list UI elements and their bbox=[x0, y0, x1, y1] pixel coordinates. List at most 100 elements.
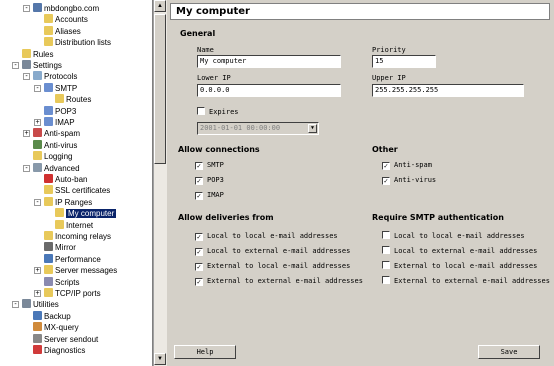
tree-item-mx-query[interactable]: MX-query bbox=[33, 322, 79, 333]
chevron-down-icon[interactable]: ▼ bbox=[308, 124, 317, 133]
expires-datetime-select[interactable]: 2001-01-01 00:00:00 ▼ bbox=[197, 122, 319, 135]
expand-icon[interactable]: + bbox=[34, 267, 41, 275]
tree-item-auto-ban[interactable]: Auto-ban bbox=[44, 174, 87, 185]
priority-input[interactable]: 15 bbox=[372, 55, 436, 68]
expand-icon[interactable]: + bbox=[34, 290, 41, 297]
tree-scrollbar[interactable]: ▲ ▼ bbox=[153, 0, 167, 366]
folder-icon bbox=[44, 288, 53, 297]
tree-item-scripts[interactable]: Scripts bbox=[44, 276, 79, 288]
tree-item-mirror[interactable]: Mirror bbox=[44, 242, 76, 253]
tree-item-server-messages[interactable]: Server messages bbox=[44, 265, 117, 276]
tree-item-server-sendout[interactable]: Server sendout bbox=[33, 333, 99, 345]
conn-checkbox-imap[interactable]: ✓ IMAP bbox=[195, 190, 224, 200]
collapse-icon[interactable]: - bbox=[34, 84, 41, 92]
checkmark-icon[interactable]: ✓ bbox=[382, 177, 390, 185]
tree-item-protocols[interactable]: Protocols bbox=[33, 71, 77, 82]
tree-item-logging[interactable]: Logging bbox=[33, 151, 72, 162]
deliv-checkbox-local-to-local-e-mail-addresses[interactable]: ✓ Local to local e-mail addresses bbox=[195, 231, 338, 241]
tree-item-anti-virus[interactable]: Anti-virus bbox=[33, 139, 77, 151]
navigation-tree[interactable]: mbdongbo.com - Accounts Aliases Distribution… bbox=[0, 0, 153, 366]
tree-item-anti-spam[interactable]: Anti-spam bbox=[33, 128, 80, 139]
tree-item-performance[interactable]: Performance bbox=[44, 253, 101, 265]
tree-item-label: Accounts bbox=[55, 15, 88, 25]
collapse-icon[interactable]: - bbox=[12, 62, 19, 69]
tree-item-rules[interactable]: Rules bbox=[22, 48, 54, 60]
deliv-checkbox-external-to-external-e-mail-addresses[interactable]: ✓ External to external e-mail addresses bbox=[195, 276, 363, 286]
tree-item-mbdongbo-com[interactable]: mbdongbo.com bbox=[33, 3, 99, 14]
conn-checkbox-smtp[interactable]: ✓ SMTP bbox=[195, 160, 224, 170]
auth-checkbox-external-to-external-e-mail-addresses[interactable]: External to external e-mail addresses bbox=[382, 276, 550, 286]
name-input[interactable]: My computer bbox=[197, 55, 341, 68]
help-button[interactable]: Help bbox=[174, 345, 236, 359]
tree-item-utilities[interactable]: Utilities bbox=[22, 299, 59, 310]
tree-item-label: Aliases bbox=[55, 26, 81, 36]
tree-item-label: Server sendout bbox=[44, 334, 99, 344]
deliv-checkbox-external-to-local-e-mail-addresses[interactable]: ✓ External to local e-mail addresses bbox=[195, 261, 350, 271]
checkmark-icon[interactable]: ✓ bbox=[195, 278, 203, 286]
checkmark-icon[interactable]: ✓ bbox=[195, 263, 203, 271]
tree-item-diagnostics[interactable]: Diagnostics bbox=[33, 345, 85, 356]
auth-checkbox-local-to-local-e-mail-addresses[interactable]: Local to local e-mail addresses bbox=[382, 231, 525, 241]
checkbox-box[interactable] bbox=[382, 261, 390, 269]
ban-icon bbox=[44, 174, 53, 183]
tree-item-label: Rules bbox=[33, 49, 54, 59]
deliv-checkbox-local-to-external-e-mail-addresses[interactable]: ✓ Local to external e-mail addresses bbox=[195, 246, 350, 256]
checkmark-icon[interactable]: ✓ bbox=[195, 162, 203, 170]
collapse-icon[interactable]: - bbox=[23, 5, 30, 12]
expires-checkbox[interactable]: Expires bbox=[197, 107, 239, 117]
checkmark-icon[interactable]: ✓ bbox=[195, 192, 203, 200]
lower-ip-label: Lower IP bbox=[197, 74, 231, 82]
lower-ip-input[interactable]: 0.0.0.0 bbox=[197, 84, 341, 97]
other-checkbox-anti-virus[interactable]: ✓ Anti-virus bbox=[382, 175, 436, 185]
tree-item-internet[interactable]: Internet bbox=[55, 219, 93, 231]
upper-ip-input[interactable]: 255.255.255.255 bbox=[372, 84, 524, 97]
checkbox-box[interactable] bbox=[382, 231, 390, 239]
auth-checkbox-local-to-external-e-mail-addresses[interactable]: Local to external e-mail addresses bbox=[382, 246, 537, 256]
tree-item-smtp[interactable]: SMTP bbox=[44, 82, 77, 94]
other-checkbox-anti-spam[interactable]: ✓ Anti-spam bbox=[382, 160, 432, 170]
tree-item-distribution-lists[interactable]: Distribution lists bbox=[44, 37, 111, 48]
tree-item-pop3[interactable]: POP3 bbox=[44, 105, 76, 117]
mxquery-icon bbox=[33, 322, 42, 332]
checkmark-icon[interactable]: ✓ bbox=[195, 233, 203, 241]
auth-checkbox-external-to-local-e-mail-addresses[interactable]: External to local e-mail addresses bbox=[382, 261, 537, 271]
tree-item-accounts[interactable]: Accounts bbox=[44, 14, 88, 25]
tree-item-my-computer[interactable]: My computer bbox=[55, 208, 117, 219]
tree-item-imap[interactable]: IMAP bbox=[44, 117, 75, 128]
scroll-up-button[interactable]: ▲ bbox=[154, 0, 166, 12]
folder-icon bbox=[44, 231, 53, 240]
tree-item-backup[interactable]: Backup bbox=[33, 310, 71, 322]
checkmark-icon[interactable]: ✓ bbox=[195, 248, 203, 256]
checkmark-icon[interactable]: ✓ bbox=[382, 162, 390, 170]
checkbox-box[interactable] bbox=[382, 276, 390, 284]
expand-icon[interactable]: + bbox=[34, 119, 41, 126]
tree-item-label: My computer bbox=[66, 209, 117, 219]
collapse-icon[interactable]: - bbox=[12, 301, 19, 309]
scroll-down-button[interactable]: ▼ bbox=[154, 353, 166, 365]
tree-item-ssl-certificates[interactable]: SSL certificates bbox=[44, 185, 110, 196]
tree-item-incoming-relays[interactable]: Incoming relays bbox=[44, 231, 111, 242]
expires-checkbox-box[interactable] bbox=[197, 107, 205, 115]
collapse-icon[interactable]: - bbox=[34, 198, 41, 206]
tree-item-ip-ranges[interactable]: IP Ranges bbox=[44, 196, 92, 208]
tree-item-settings[interactable]: Settings bbox=[22, 60, 62, 71]
tree-item-label: Distribution lists bbox=[55, 38, 112, 48]
magnifier-icon bbox=[33, 162, 42, 172]
backup-icon bbox=[33, 310, 42, 320]
tree-item-label: Mirror bbox=[55, 243, 76, 253]
tree-item-label: TCP/IP ports bbox=[55, 289, 101, 298]
tree-item-advanced[interactable]: Advanced bbox=[33, 162, 80, 174]
tree-item-tcp-ip-ports[interactable]: TCP/IP ports bbox=[44, 288, 101, 299]
tree-item-label: Routes bbox=[66, 95, 92, 105]
tree-item-routes[interactable]: Routes bbox=[55, 94, 91, 105]
scroll-thumb[interactable] bbox=[154, 14, 166, 164]
save-button[interactable]: Save bbox=[478, 345, 540, 359]
name-label: Name bbox=[197, 46, 214, 54]
collapse-icon[interactable]: - bbox=[23, 164, 30, 172]
tree-item-aliases[interactable]: Aliases bbox=[44, 25, 81, 37]
collapse-icon[interactable]: - bbox=[23, 73, 30, 81]
expand-icon[interactable]: + bbox=[23, 130, 30, 138]
checkmark-icon[interactable]: ✓ bbox=[195, 177, 203, 185]
conn-checkbox-pop3[interactable]: ✓ POP3 bbox=[195, 175, 224, 185]
checkbox-box[interactable] bbox=[382, 246, 390, 254]
